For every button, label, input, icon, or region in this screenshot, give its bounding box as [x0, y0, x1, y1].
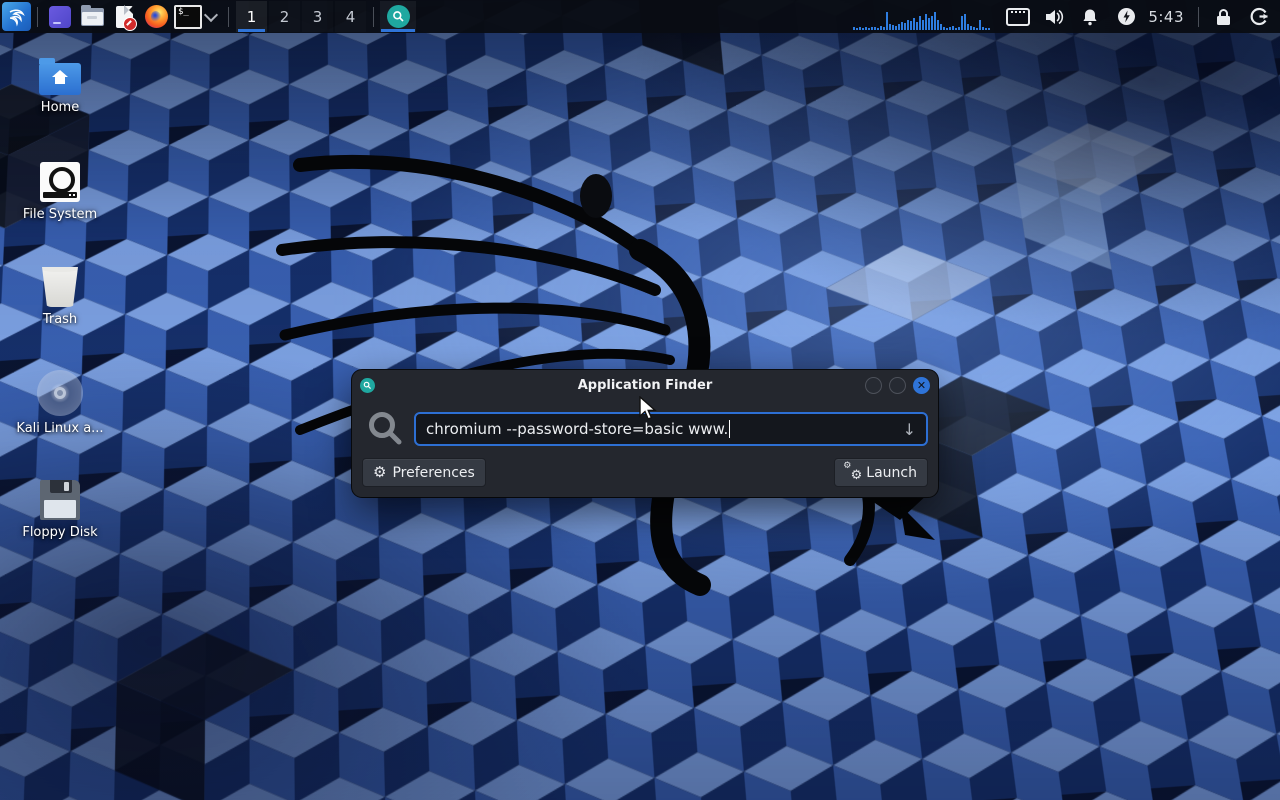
applications-menu-button[interactable]	[2, 2, 31, 31]
launcher-firefox[interactable]	[141, 2, 171, 32]
launch-label: Launch	[866, 465, 917, 481]
desktop-icon-label: Floppy Disk	[22, 526, 97, 540]
maximize-button[interactable]	[889, 377, 906, 394]
power-manager-tray-item[interactable]	[1111, 2, 1141, 32]
mouse-cursor	[638, 396, 658, 422]
launcher-file-manager[interactable]	[77, 2, 107, 32]
text-editor-document-icon	[116, 6, 133, 28]
file-manager-folder-icon	[81, 8, 104, 26]
notifications-bell-icon	[1081, 8, 1099, 26]
launch-button[interactable]: ⚙⚙ Launch	[834, 458, 928, 487]
window-controls: ✕	[865, 377, 930, 394]
hard-drive-icon	[40, 162, 80, 202]
dropdown-arrow-icon[interactable]: ↓	[903, 420, 916, 439]
command-text: chromium --password-store=basic www.	[426, 420, 728, 438]
network-monitor-graph[interactable]	[853, 4, 990, 30]
desktop-icon-trash[interactable]: Trash	[12, 263, 108, 363]
magnifier-icon	[387, 5, 410, 28]
launcher-text-editor[interactable]	[109, 2, 139, 32]
terminal-icon: $_	[174, 5, 202, 29]
panel-separator	[1198, 7, 1199, 27]
minimize-button[interactable]	[865, 377, 882, 394]
firefox-icon	[145, 5, 168, 28]
cd-disc-icon	[37, 370, 83, 416]
workspace-1[interactable]: 1	[236, 1, 267, 32]
desktop-icon-file-system[interactable]: File System	[12, 158, 108, 258]
desktop-icon-label: Home	[41, 101, 79, 115]
text-caret	[729, 420, 730, 438]
panel-separator	[373, 7, 374, 27]
run-gears-icon: ⚙⚙	[845, 465, 860, 480]
volume-tray-item[interactable]	[1039, 2, 1069, 32]
chevron-down-icon[interactable]	[204, 8, 218, 22]
gear-icon: ⚙	[373, 465, 386, 480]
panel-left: $_ 1 2 3 4	[0, 0, 416, 33]
notifications-tray-item[interactable]	[1075, 2, 1105, 32]
workspace-4[interactable]: 4	[335, 1, 366, 32]
logout-icon	[1250, 7, 1269, 26]
desktop-icon-label: File System	[23, 208, 97, 222]
window-magnifier-icon	[360, 378, 375, 393]
desktop-icon-floppy[interactable]: Floppy Disk	[12, 478, 108, 578]
clock[interactable]: 5:43	[1148, 8, 1184, 26]
panel-right: 5:43	[853, 0, 1280, 33]
application-finder-window: Application Finder ✕ chromium --password…	[352, 370, 938, 497]
kali-menu-icon	[6, 6, 28, 28]
network-tray-item[interactable]	[1003, 2, 1033, 32]
power-manager-icon	[1117, 7, 1136, 26]
command-input[interactable]: chromium --password-store=basic www. ↓	[414, 412, 928, 446]
app-window-icon	[49, 6, 71, 28]
workspace-3[interactable]: 3	[302, 1, 333, 32]
close-button[interactable]: ✕	[913, 377, 930, 394]
lock-screen-button[interactable]	[1208, 2, 1238, 32]
panel-separator	[37, 7, 38, 27]
floppy-disk-icon	[40, 480, 80, 520]
panel-separator	[228, 7, 229, 27]
launcher-terminal[interactable]: $_	[173, 2, 203, 32]
launcher-app-window[interactable]	[45, 2, 75, 32]
top-panel: $_ 1 2 3 4	[0, 0, 1280, 33]
finder-buttons: ⚙ Preferences ⚙⚙ Launch	[352, 453, 938, 492]
logout-button[interactable]	[1244, 2, 1274, 32]
workspace-2[interactable]: 2	[269, 1, 300, 32]
desktop-icon-kali-cd[interactable]: Kali Linux a...	[12, 370, 108, 470]
preferences-button[interactable]: ⚙ Preferences	[362, 458, 486, 487]
desktop-icon-label: Trash	[43, 313, 77, 327]
home-folder-icon	[39, 63, 81, 95]
desktop-icon-label: Kali Linux a...	[16, 422, 103, 436]
volume-icon	[1044, 8, 1064, 26]
desktop: $_ 1 2 3 4	[0, 0, 1280, 800]
search-icon	[366, 409, 406, 449]
lock-screen-icon	[1215, 8, 1232, 26]
taskbar-application-finder[interactable]	[380, 1, 416, 32]
trash-can-icon	[42, 267, 78, 307]
desktop-icon-home[interactable]: Home	[12, 55, 108, 155]
network-icon	[1006, 8, 1030, 26]
edit-badge-icon	[123, 17, 137, 31]
window-title: Application Finder	[352, 378, 938, 393]
preferences-label: Preferences	[392, 465, 474, 481]
